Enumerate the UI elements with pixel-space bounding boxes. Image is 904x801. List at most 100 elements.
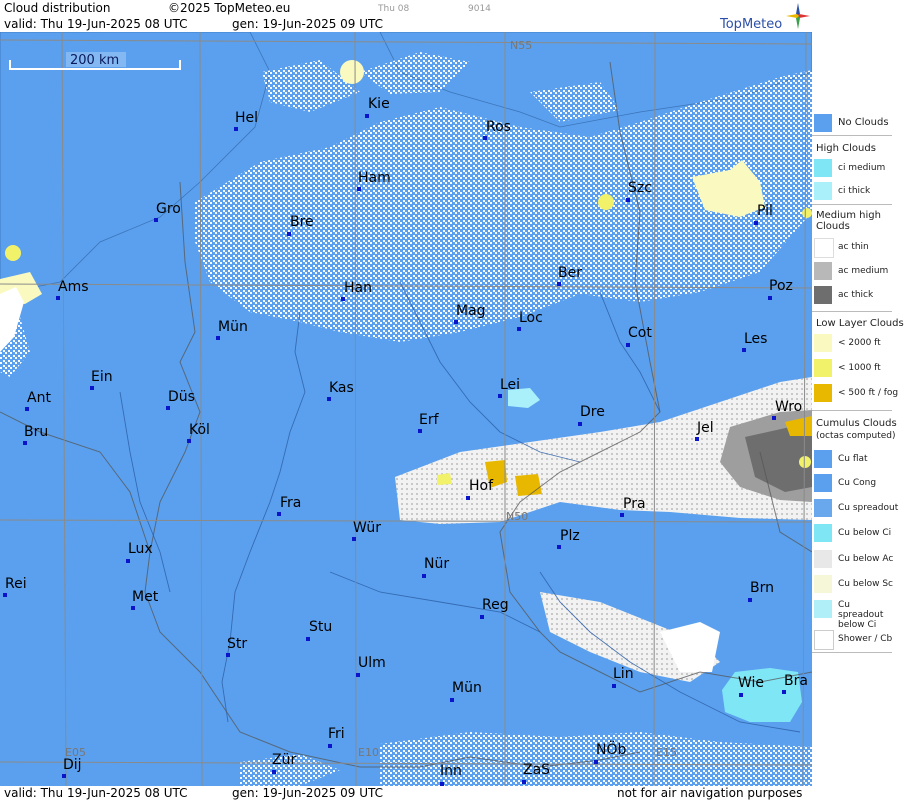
city-label: Ber — [558, 265, 582, 281]
high-clouds-title: High Clouds — [816, 143, 876, 154]
cu-below-ci-label: Cu below Ci — [838, 528, 892, 538]
city-marker-icon — [498, 394, 502, 398]
city-label: Kie — [368, 96, 390, 112]
city-label: Bru — [24, 424, 48, 440]
faint-time-text: Thu 08 — [378, 4, 410, 14]
ac-thick-label: ac thick — [838, 290, 874, 300]
city-label: Loc — [519, 310, 543, 326]
cumulus-subtitle: (octas computed) — [816, 431, 896, 441]
city-label: Kas — [329, 380, 354, 396]
city-label: Reg — [482, 597, 509, 613]
city-marker-icon — [578, 422, 582, 426]
city-marker-icon — [216, 336, 220, 340]
city-marker-icon — [277, 512, 281, 516]
cu-spreadout-swatch — [814, 499, 832, 517]
ac-thin-swatch — [814, 238, 834, 258]
cu-below-ac-label: Cu below Ac — [838, 554, 894, 564]
city-label: Fra — [280, 495, 301, 511]
low-500-swatch — [814, 384, 832, 402]
cu-spreadout-below-ci-label: Cu spreadout below Ci — [838, 600, 884, 630]
city-marker-icon — [594, 760, 598, 764]
legend-divider — [812, 311, 892, 312]
city-label: ZaS — [523, 762, 550, 778]
city-label: Ulm — [358, 655, 386, 671]
city-marker-icon — [126, 559, 130, 563]
city-marker-icon — [557, 545, 561, 549]
city-marker-icon — [422, 574, 426, 578]
city-marker-icon — [226, 653, 230, 657]
header-bar: Cloud distribution ©2025 TopMeteo.eu Thu… — [0, 0, 812, 32]
city-label: Hel — [235, 110, 258, 126]
legend-ac-thick: ac thick — [812, 284, 904, 306]
city-label: Pil — [757, 203, 773, 219]
city-label: Lei — [500, 377, 520, 393]
legend-cu-below-ac: Cu below Ac — [812, 548, 904, 570]
city-marker-icon — [25, 407, 29, 411]
city-marker-icon — [356, 673, 360, 677]
cu-cong-label: Cu Cong — [838, 478, 877, 488]
no-clouds-swatch — [814, 114, 832, 132]
city-label: Jel — [696, 420, 714, 436]
city-label: Pra — [623, 496, 646, 512]
city-marker-icon — [287, 232, 291, 236]
city-label: Szc — [628, 180, 652, 196]
city-label: NÖb — [596, 740, 626, 758]
cloud-map[interactable]: N55 N50 E05 E10 E15 200 km HelKieRosHamS… — [0, 32, 812, 786]
city-label: Inn — [440, 763, 462, 779]
shower-label: Shower / Cb — [838, 634, 893, 644]
cu-spreadout-label: Cu spreadout — [838, 503, 899, 513]
legend-low-500: < 500 ft / fog — [812, 382, 904, 404]
map-title: Cloud distribution — [4, 1, 111, 15]
ci-thick-label: ci thick — [838, 186, 871, 196]
city-marker-icon — [612, 684, 616, 688]
footer-valid-text: valid: Thu 19-Jun-2025 08 UTC — [4, 786, 188, 800]
low-1000-swatch — [814, 359, 832, 377]
city-label: Bre — [290, 214, 314, 230]
city-label: Ros — [486, 119, 511, 135]
city-marker-icon — [626, 198, 630, 202]
city-marker-icon — [357, 187, 361, 191]
legend-cu-below-sc: Cu below Sc — [812, 573, 904, 595]
legend-divider — [812, 652, 892, 653]
cu-below-sc-swatch — [814, 575, 832, 593]
legend-cu-cong: Cu Cong — [812, 472, 904, 494]
city-label: Ein — [91, 369, 113, 385]
low-2000-label: < 2000 ft — [838, 338, 881, 348]
city-label: Ham — [358, 170, 391, 186]
city-marker-icon — [327, 397, 331, 401]
city-marker-icon — [782, 690, 786, 694]
city-label: Rei — [5, 576, 27, 592]
city-marker-icon — [466, 496, 470, 500]
city-label: Mün — [218, 319, 248, 335]
city-marker-icon — [234, 127, 238, 131]
city-label: Cot — [628, 325, 652, 341]
city-marker-icon — [483, 136, 487, 140]
city-marker-icon — [695, 437, 699, 441]
city-marker-icon — [62, 774, 66, 778]
footer-bar: valid: Thu 19-Jun-2025 08 UTC gen: 19-Ju… — [0, 786, 812, 801]
copyright-text: ©2025 TopMeteo.eu — [168, 1, 291, 15]
city-label: Köl — [189, 422, 210, 438]
grid-label-e15: E15 — [656, 746, 677, 759]
low-clouds-title: Low Layer Clouds — [816, 318, 904, 329]
legend-divider — [812, 410, 892, 411]
city-label: Hof — [469, 478, 494, 494]
legend-panel: No Clouds High Clouds ci medium ci thick… — [812, 0, 904, 801]
legend-shower: Shower / Cb — [812, 628, 904, 650]
city-label: Dre — [580, 404, 605, 420]
city-label: Wro — [775, 399, 802, 415]
city-label: Brn — [750, 580, 774, 596]
city-label: Dij — [63, 757, 82, 773]
city-label: Wür — [353, 520, 381, 536]
footer-generated-text: gen: 19-Jun-2025 09 UTC — [232, 786, 384, 800]
legend-cu-spreadout-below-ci: Cu spreadout below Ci — [812, 598, 904, 630]
cu-flat-label: Cu flat — [838, 454, 868, 464]
legend-low-1000: < 1000 ft — [812, 357, 904, 379]
city-label: Zür — [272, 752, 296, 768]
grid-label-e10: E10 — [358, 746, 379, 759]
city-marker-icon — [768, 296, 772, 300]
valid-time-text: valid: Thu 19-Jun-2025 08 UTC — [4, 17, 188, 31]
ac-medium-swatch — [814, 262, 832, 280]
city-label: Ant — [27, 390, 51, 406]
city-marker-icon — [23, 441, 27, 445]
